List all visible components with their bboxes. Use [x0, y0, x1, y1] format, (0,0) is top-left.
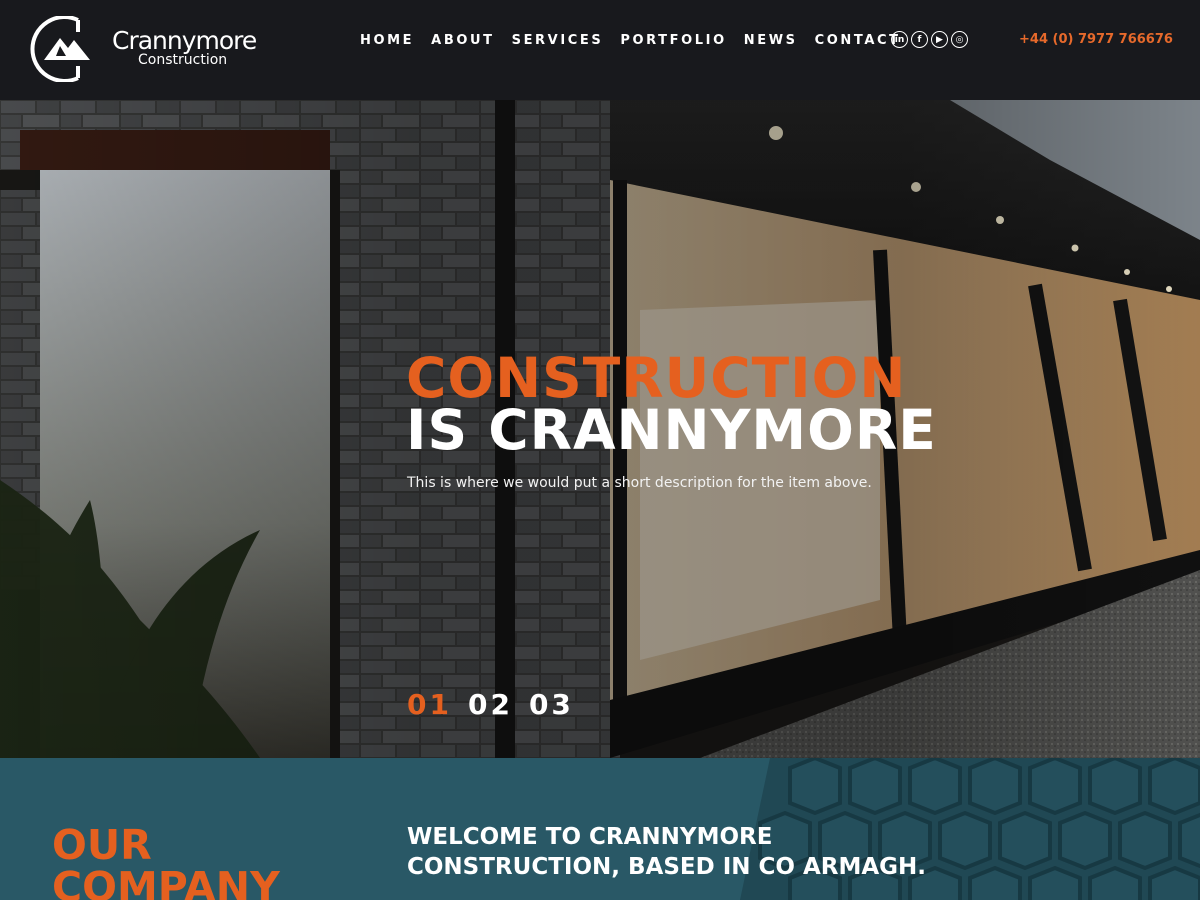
linkedin-icon[interactable]: in: [891, 31, 908, 48]
company-section: OUR COMPANY WELCOME TO CRANNYMORE CONSTR…: [0, 758, 1200, 900]
logo-title: Crannymore: [112, 26, 257, 55]
welcome-heading: WELCOME TO CRANNYMORE CONSTRUCTION, BASE…: [407, 822, 926, 882]
hero-slider: CONSTRUCTION IS CRANNYMORE This is where…: [0, 100, 1200, 758]
logo-subtitle: Construction: [138, 52, 228, 68]
welcome-line1: WELCOME TO CRANNYMORE: [407, 824, 773, 850]
youtube-icon[interactable]: ▶: [931, 31, 948, 48]
brand-logo[interactable]: Crannymore Construction: [30, 16, 270, 82]
hero-title-line2: IS CRANNYMORE: [406, 398, 937, 462]
hero-description: This is where we would put a short descr…: [407, 475, 872, 491]
nav-services[interactable]: SERVICES: [512, 33, 604, 48]
slide-pagination: 01 02 03: [407, 688, 590, 721]
slide-indicator-2[interactable]: 02: [468, 688, 513, 721]
instagram-icon[interactable]: ◎: [951, 31, 968, 48]
nav-about[interactable]: ABOUT: [431, 33, 494, 48]
company-heading: OUR COMPANY: [52, 824, 280, 900]
nav-contact[interactable]: CONTACT: [815, 33, 901, 48]
slide-indicator-1[interactable]: 01: [407, 688, 452, 721]
nav-home[interactable]: HOME: [360, 33, 414, 48]
hero-title-line1: CONSTRUCTION: [406, 346, 907, 410]
welcome-line2: CONSTRUCTION, BASED IN CO ARMAGH.: [407, 854, 927, 880]
slide-indicator-3[interactable]: 03: [529, 688, 574, 721]
social-links: in f ▶ ◎: [891, 31, 968, 48]
nav-portfolio[interactable]: PORTFOLIO: [620, 33, 726, 48]
site-header: Crannymore Construction HOME ABOUT SERVI…: [0, 0, 1200, 100]
nav-news[interactable]: NEWS: [744, 33, 798, 48]
logo-mark-icon: [30, 16, 90, 82]
company-heading-line2: COMPANY: [52, 863, 280, 900]
main-nav: HOME ABOUT SERVICES PORTFOLIO NEWS CONTA…: [360, 33, 918, 48]
hero-title: CONSTRUCTION IS CRANNYMORE: [406, 346, 937, 462]
phone-link[interactable]: +44 (0) 7977 766676: [1019, 32, 1173, 47]
facebook-icon[interactable]: f: [911, 31, 928, 48]
company-heading-line1: OUR: [52, 821, 152, 869]
